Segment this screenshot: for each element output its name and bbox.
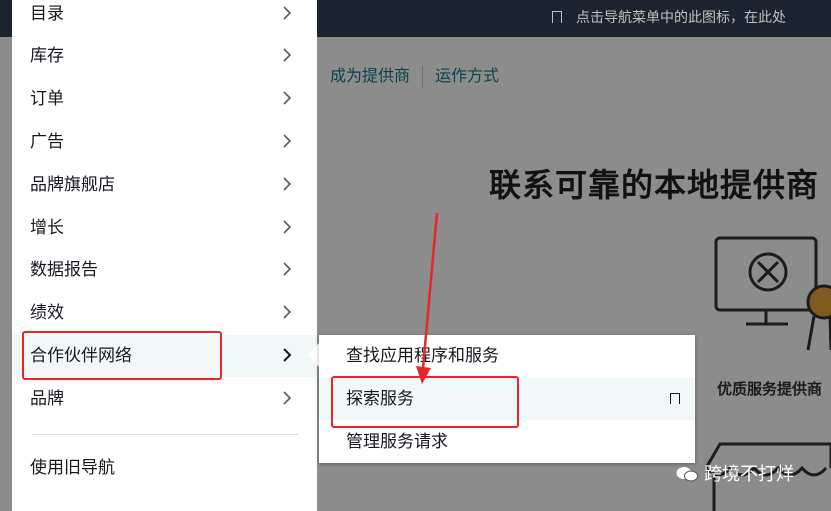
annotation-box-explore-services (331, 376, 519, 428)
menu-item-inventory[interactable]: 库存 (12, 35, 317, 77)
wechat-icon (676, 467, 698, 482)
annotation-box-partner-network (22, 331, 222, 380)
legacy-nav-link[interactable]: 使用旧导航 (12, 447, 317, 489)
menu-item-brands[interactable]: 品牌 (12, 378, 317, 420)
menu-item-advertising[interactable]: 广告 (12, 121, 317, 163)
chevron-right-icon (283, 6, 292, 20)
chevron-right-icon (283, 262, 292, 276)
menu-item-orders[interactable]: 订单 (12, 78, 317, 120)
menu-divider (32, 434, 298, 435)
chevron-right-icon (283, 91, 292, 105)
menu-item-brand-store[interactable]: 品牌旗舰店 (12, 164, 317, 206)
nav-menu: 目录 库存 订单 广告 品牌旗舰店 增长 数据报告 绩效 合作伙伴网络 品牌 使… (12, 0, 317, 511)
chevron-right-icon (283, 134, 292, 148)
chevron-right-icon (283, 348, 292, 362)
submenu-item-find-apps[interactable]: 查找应用程序和服务 (319, 335, 695, 377)
chevron-right-icon (283, 177, 292, 191)
flyout-caret (307, 343, 319, 367)
chevron-right-icon (283, 48, 292, 62)
menu-item-reports[interactable]: 数据报告 (12, 249, 317, 291)
watermark: 跨境不打烊 (676, 460, 794, 486)
menu-item-catalog[interactable]: 目录 (12, 0, 317, 35)
chevron-right-icon (283, 305, 292, 319)
bookmark-icon[interactable] (670, 393, 680, 405)
menu-item-growth[interactable]: 增长 (12, 207, 317, 249)
chevron-right-icon (283, 220, 292, 234)
chevron-right-icon (283, 391, 292, 405)
menu-item-performance[interactable]: 绩效 (12, 292, 317, 334)
